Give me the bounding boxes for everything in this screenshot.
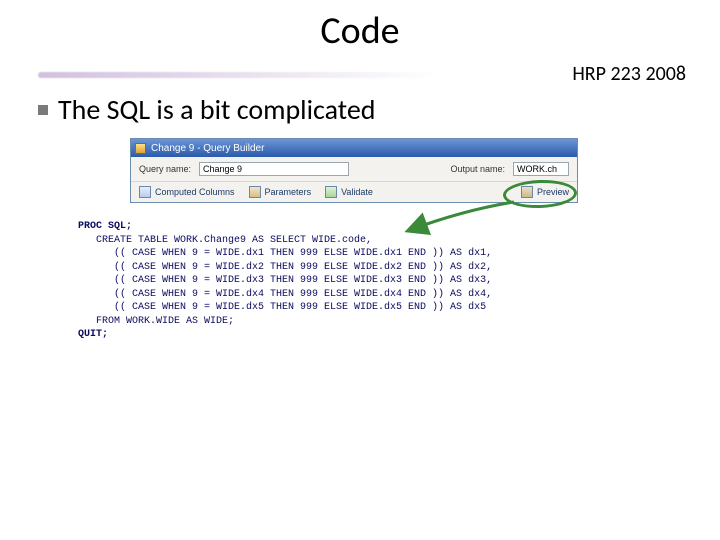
bullet-square-icon [38,105,48,115]
output-name-input[interactable] [513,162,569,176]
validate-label: Validate [341,187,373,197]
preview-label: Preview [537,187,569,197]
computed-columns-button[interactable]: Computed Columns [139,186,235,198]
output-name-label: Output name: [450,164,505,174]
query-builder-titlebar: Change 9 - Query Builder [131,139,577,157]
code-line: FROM WORK.WIDE AS WIDE; [78,316,234,327]
code-line: (( CASE WHEN 9 = WIDE.dx5 THEN 999 ELSE … [78,302,486,313]
code-line: QUIT; [78,329,108,340]
code-line: CREATE TABLE WORK.Change9 AS SELECT WIDE… [78,235,372,246]
window-title-text: Change 9 - Query Builder [151,143,264,154]
validate-button[interactable]: Validate [325,186,373,198]
query-builder-toolbar: Computed Columns Parameters Validate Pre… [131,182,577,202]
course-label: HRP 223 2008 [572,62,686,86]
computed-columns-label: Computed Columns [155,187,235,197]
query-name-input[interactable] [199,162,349,176]
decorative-stroke [38,68,438,80]
query-builder-window: Change 9 - Query Builder Query name: Out… [130,138,578,203]
preview-icon [521,186,533,198]
parameters-icon [249,186,261,198]
code-line: (( CASE WHEN 9 = WIDE.dx1 THEN 999 ELSE … [78,248,492,259]
bullet-point: The SQL is a bit complicated [38,92,376,127]
code-line: (( CASE WHEN 9 = WIDE.dx4 THEN 999 ELSE … [78,289,492,300]
query-name-row: Query name: Output name: [131,157,577,182]
parameters-button[interactable]: Parameters [249,186,312,198]
validate-icon [325,186,337,198]
query-name-label: Query name: [139,164,191,174]
preview-button[interactable]: Preview [521,186,569,198]
sql-code-block: PROC SQL; CREATE TABLE WORK.Change9 AS S… [78,220,492,342]
code-line: PROC SQL; [78,221,132,232]
code-line: (( CASE WHEN 9 = WIDE.dx3 THEN 999 ELSE … [78,275,492,286]
parameters-label: Parameters [265,187,312,197]
slide-title: Code [0,0,720,54]
code-line: (( CASE WHEN 9 = WIDE.dx2 THEN 999 ELSE … [78,262,492,273]
window-app-icon [135,143,146,154]
bullet-text: The SQL is a bit complicated [58,92,376,127]
computed-columns-icon [139,186,151,198]
